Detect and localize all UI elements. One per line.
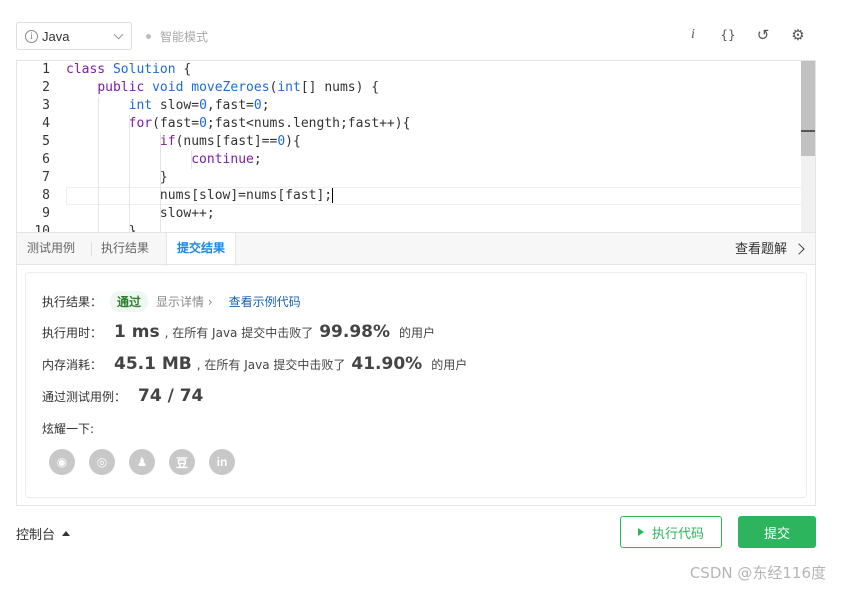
view-solution-link[interactable]: 查看题解	[735, 233, 807, 265]
submit-label: 提交	[763, 526, 790, 542]
text-caret	[332, 188, 334, 203]
info-italic-icon[interactable]: i	[684, 26, 702, 44]
code-editor[interactable]: 1 class Solution { 2 public void moveZero…	[16, 60, 816, 233]
settings-icon[interactable]: ⚙	[789, 26, 807, 44]
code-line: 6 continue;	[42, 152, 262, 167]
memory-middle-text: , 在所有 Java 提交中击败了	[196, 358, 346, 372]
run-code-button[interactable]: 执行代码	[620, 516, 722, 548]
memory-label: 内存消耗：	[42, 358, 103, 372]
tests-label: 通过测试用例：	[42, 390, 127, 404]
view-solution-label: 查看题解	[734, 241, 787, 257]
watermark: CSDN @东经116度	[689, 564, 826, 582]
caret-up-icon	[62, 531, 71, 536]
tab-test-cases[interactable]: 测试用例	[17, 233, 85, 265]
code-line: 1 class Solution {	[42, 62, 192, 77]
play-icon	[637, 528, 644, 536]
smart-mode-dot-icon	[146, 34, 151, 39]
runtime-suffix: 的用户	[399, 326, 436, 340]
show-detail-link[interactable]: 显示详情 ›	[156, 293, 213, 310]
chevron-right-icon	[793, 243, 805, 255]
status-row: 执行结果： 通过 显示详情 › 查看示例代码	[42, 291, 301, 312]
submit-result-panel: 执行结果： 通过 显示详情 › 查看示例代码 执行用时： 1 ms , 在所有 …	[16, 264, 816, 506]
status-label: 执行结果：	[42, 295, 103, 309]
runtime-label: 执行用时：	[42, 326, 103, 340]
douban-icon[interactable]: 豆	[169, 449, 195, 475]
tests-row: 通过测试用例： 74 / 74	[42, 386, 208, 406]
code-line: 4 for(fast=0;fast<nums.length;fast++){	[42, 116, 411, 131]
share-label: 炫耀一下:	[42, 422, 95, 436]
code-line: 2 public void moveZeroes(int[] nums) {	[42, 80, 380, 95]
linkedin-icon[interactable]: in	[209, 449, 235, 475]
language-value: Java	[42, 28, 70, 44]
tab-submit-result[interactable]: 提交结果	[166, 233, 237, 266]
runtime-row: 执行用时： 1 ms , 在所有 Java 提交中击败了 99.98% 的用户	[42, 322, 435, 342]
smart-mode-toggle[interactable]: 智能模式	[146, 28, 208, 45]
console-label: 控制台	[16, 528, 56, 543]
qq-icon[interactable]: ♟	[129, 449, 155, 475]
editor-toolbar: i Java 智能模式 i {} ↺ ⚙	[0, 0, 841, 60]
chevron-down-icon	[113, 29, 124, 40]
run-code-label: 执行代码	[651, 526, 704, 542]
undo-icon[interactable]: ↺	[754, 26, 772, 44]
runtime-percent: 99.98%	[319, 322, 391, 342]
memory-value: 45.1 MB	[114, 354, 192, 374]
language-select[interactable]: i Java	[16, 22, 132, 50]
status-badge: 通过	[110, 291, 149, 312]
runtime-middle-text: , 在所有 Java 提交中击败了	[164, 326, 314, 340]
info-icon: i	[25, 29, 38, 43]
submit-button[interactable]: 提交	[738, 516, 816, 548]
wechat-icon[interactable]: ◉	[49, 449, 75, 475]
memory-percent: 41.90%	[351, 354, 423, 374]
view-example-code-link[interactable]: 查看示例代码	[229, 293, 301, 310]
memory-suffix: 的用户	[431, 358, 468, 372]
tests-value: 74 / 74	[138, 386, 204, 406]
code-line: 9 slow++;	[42, 206, 215, 221]
code-line: 8 nums[slow]=nums[fast];	[42, 188, 334, 203]
runtime-value: 1 ms	[114, 322, 160, 342]
scrollbar-thumb[interactable]	[801, 61, 815, 156]
share-row: 炫耀一下:	[42, 420, 94, 437]
code-line: 5 if(nums[fast]==0){	[42, 134, 301, 149]
braces-icon[interactable]: {}	[719, 26, 737, 44]
scrollbar-cursor-marker	[801, 130, 815, 132]
smart-mode-label: 智能模式	[160, 30, 209, 44]
console-toggle[interactable]: 控制台	[16, 524, 71, 543]
result-card: 执行结果： 通过 显示详情 › 查看示例代码 执行用时： 1 ms , 在所有 …	[25, 272, 807, 498]
editor-scrollbar[interactable]	[801, 61, 815, 233]
code-line: 7 }	[42, 170, 168, 185]
code-line: 3 int slow=0,fast=0;	[42, 98, 270, 113]
memory-row: 内存消耗： 45.1 MB , 在所有 Java 提交中击败了 41.90% 的…	[42, 354, 467, 374]
weibo-icon[interactable]: ◎	[89, 449, 115, 475]
tab-run-result[interactable]: 执行结果	[91, 233, 159, 265]
result-tabs: 测试用例 执行结果 提交结果 查看题解	[16, 232, 816, 266]
